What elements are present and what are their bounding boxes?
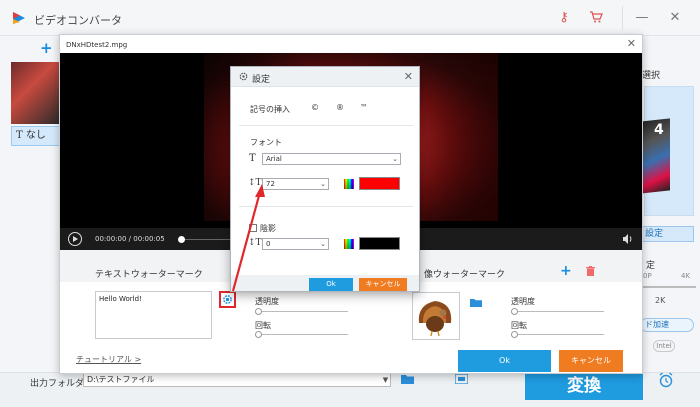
convert-button[interactable]: 変換 bbox=[525, 372, 643, 400]
watermark-text-input[interactable]: Hello World! bbox=[95, 291, 212, 339]
shadow-palette-icon[interactable] bbox=[344, 239, 354, 249]
popup-title: 設定 bbox=[252, 75, 271, 85]
rotation-slider[interactable] bbox=[258, 334, 348, 335]
transparency-knob[interactable] bbox=[255, 308, 262, 315]
font-family-value: Arial bbox=[266, 155, 282, 163]
quality-low-label: 0P bbox=[643, 272, 652, 280]
watermark-text-value: Hello World! bbox=[99, 295, 142, 303]
app-logo-icon bbox=[13, 12, 25, 24]
font-family-icon: T bbox=[249, 153, 256, 164]
subtitle-none-label: なし bbox=[25, 130, 46, 141]
font-size-select[interactable]: 72 ⌄ bbox=[262, 178, 329, 190]
title-bar: ビデオコンバータ ⚷ — ✕ bbox=[0, 0, 700, 36]
hardware-accel-toggle[interactable]: ド加速 bbox=[640, 318, 694, 332]
output-folder-field[interactable]: D:\テストファイル bbox=[83, 373, 391, 387]
popup-divider-1 bbox=[239, 125, 413, 126]
image-watermark-title: 像ウォーターマーク bbox=[424, 270, 506, 280]
quality-slider[interactable] bbox=[640, 286, 696, 288]
popup-cancel-button[interactable]: キャンセル bbox=[359, 278, 407, 291]
registered-symbol-button[interactable]: ® bbox=[336, 103, 344, 112]
text-icon: T bbox=[16, 130, 23, 141]
transparency-slider[interactable] bbox=[258, 311, 348, 312]
format-thumbnail-number: 4 bbox=[654, 122, 664, 138]
open-folder-icon[interactable] bbox=[401, 374, 414, 384]
progress-knob[interactable] bbox=[178, 236, 185, 243]
shadow-label: 陰影 bbox=[260, 224, 276, 233]
popup-gear-icon bbox=[239, 72, 248, 81]
cart-icon[interactable] bbox=[588, 10, 604, 26]
shadow-size-icon: ↕T bbox=[248, 238, 262, 248]
settings-button[interactable]: 設定 bbox=[640, 226, 694, 242]
transparency-label: 透明度 bbox=[255, 297, 279, 306]
dialog-close-icon[interactable]: ✕ bbox=[627, 37, 636, 50]
alarm-clock-icon[interactable] bbox=[658, 372, 674, 388]
font-size-icon: ↕T bbox=[248, 178, 262, 188]
volume-icon[interactable] bbox=[622, 233, 634, 245]
rotation-label: 回転 bbox=[255, 321, 271, 330]
add-file-button[interactable]: + bbox=[40, 39, 53, 57]
time-total: 00:00:05 bbox=[133, 235, 165, 243]
shadow-size-select[interactable]: 0 ⌄ bbox=[262, 238, 329, 250]
chevron-down-icon: ⌄ bbox=[320, 240, 326, 248]
turkey-image-icon bbox=[418, 301, 452, 337]
minimize-button[interactable]: — bbox=[632, 8, 652, 28]
add-watermark-button[interactable]: + bbox=[560, 263, 572, 279]
shadow-color-swatch[interactable] bbox=[359, 237, 400, 250]
dialog-file-name: DNxHDtest2.mpg bbox=[66, 41, 128, 49]
tutorial-link[interactable]: チュートリアル > bbox=[76, 354, 141, 365]
titlebar-separator bbox=[622, 6, 623, 30]
font-size-value: 72 bbox=[266, 180, 275, 188]
output-folder-dropdown[interactable]: ▼ bbox=[380, 373, 391, 387]
quality-high-label: 4K bbox=[681, 272, 691, 280]
popup-close-icon[interactable]: ✕ bbox=[404, 70, 413, 83]
file-thumbnail[interactable] bbox=[11, 62, 60, 124]
popup-header: 設定 ✕ bbox=[231, 67, 419, 87]
shadow-checkbox[interactable] bbox=[249, 224, 257, 232]
rotation-knob[interactable] bbox=[255, 331, 262, 338]
image-transparency-knob[interactable] bbox=[511, 308, 518, 315]
intel-badge[interactable]: Intel bbox=[653, 340, 675, 352]
time-readout: 00:00:00 / 00:00:05 bbox=[95, 235, 165, 243]
chevron-down-icon: ⌄ bbox=[320, 180, 326, 188]
image-transparency-label: 透明度 bbox=[511, 297, 535, 306]
image-rotation-label: 回転 bbox=[511, 321, 527, 330]
quality-label: 定 bbox=[646, 261, 656, 271]
output-list-icon[interactable] bbox=[455, 374, 468, 384]
key-icon[interactable]: ⚷ bbox=[556, 10, 572, 26]
time-current: 00:00:00 bbox=[95, 235, 127, 243]
font-section-label: フォント bbox=[250, 138, 282, 147]
popup-ok-button[interactable]: Ok bbox=[309, 278, 353, 291]
text-settings-button[interactable] bbox=[219, 291, 236, 308]
image-rotation-knob[interactable] bbox=[511, 331, 518, 338]
output-folder-value: D:\テストファイル bbox=[87, 375, 155, 384]
font-family-select[interactable]: Arial ⌄ bbox=[262, 153, 401, 165]
popup-divider-2 bbox=[239, 206, 413, 207]
image-rotation-slider[interactable] bbox=[514, 334, 604, 335]
font-color-swatch[interactable] bbox=[359, 177, 400, 190]
dialog-cancel-button[interactable]: キャンセル bbox=[559, 350, 623, 372]
dialog-ok-button[interactable]: Ok bbox=[458, 350, 551, 372]
watermark-image-thumbnail[interactable] bbox=[412, 292, 460, 340]
play-icon[interactable] bbox=[68, 232, 82, 246]
gear-icon bbox=[223, 295, 232, 304]
text-settings-popup: 設定 ✕ 記号の挿入 © ® ™ フォント T Arial ⌄ ↕T 72 ⌄ … bbox=[230, 66, 420, 292]
subtitle-none-item[interactable]: T なし bbox=[11, 126, 60, 146]
trash-icon[interactable] bbox=[586, 266, 595, 276]
symbol-insert-label: 記号の挿入 bbox=[250, 105, 290, 114]
text-watermark-title: テキストウォーターマーク bbox=[95, 270, 203, 280]
image-transparency-slider[interactable] bbox=[514, 311, 604, 312]
trademark-symbol-button[interactable]: ™ bbox=[360, 103, 368, 112]
color-palette-icon[interactable] bbox=[344, 179, 354, 189]
quality-value: 2K bbox=[655, 296, 666, 305]
app-title: ビデオコンバータ bbox=[34, 14, 122, 27]
cart-icon-svg bbox=[590, 11, 603, 23]
copyright-symbol-button[interactable]: © bbox=[311, 103, 319, 112]
format-select-label: 選択 bbox=[642, 71, 661, 81]
image-folder-icon[interactable] bbox=[470, 298, 482, 307]
shadow-size-value: 0 bbox=[266, 240, 271, 248]
close-window-button[interactable]: ✕ bbox=[665, 8, 685, 28]
volume-icon-svg bbox=[623, 234, 632, 244]
chevron-down-icon: ⌄ bbox=[392, 155, 398, 163]
